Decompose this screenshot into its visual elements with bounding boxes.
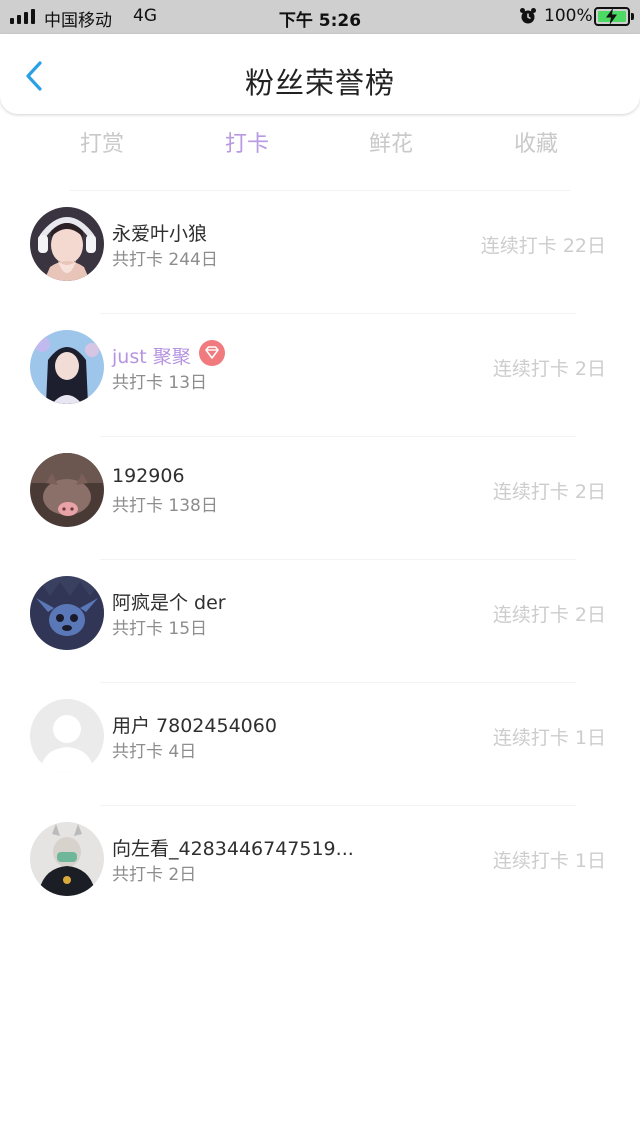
diamond-badge-icon [199, 340, 225, 366]
alarm-icon [520, 8, 536, 24]
fan-total-checkins: 共打卡 4日 [112, 742, 197, 762]
fan-total-checkins: 共打卡 2日 [112, 865, 197, 885]
tab-reward[interactable]: 打赏 [52, 126, 152, 158]
fan-total-checkins: 共打卡 138日 [112, 496, 218, 516]
fan-name: 192906 [112, 465, 185, 487]
fan-streak: 连续打卡 2日 [492, 604, 606, 626]
fan-total-checkins: 共打卡 13日 [112, 373, 208, 393]
fan-name: 永爱叶小狼 [112, 223, 208, 245]
header: 粉丝荣誉榜 [0, 34, 640, 114]
default-user-icon[interactable] [30, 699, 104, 773]
list-item[interactable]: 向左看_4283446747519... 共打卡 2日 连续打卡 1日 [0, 806, 640, 929]
fan-total-checkins: 共打卡 244日 [112, 250, 218, 270]
list-item[interactable]: 192906 共打卡 138日 连续打卡 2日 [0, 437, 640, 560]
fan-name: just 聚聚 [112, 346, 191, 368]
list-item[interactable]: 用户 7802454060 共打卡 4日 连续打卡 1日 [0, 683, 640, 806]
tab-favorites[interactable]: 收藏 [486, 126, 586, 158]
fan-streak: 连续打卡 1日 [492, 850, 606, 872]
avatar[interactable] [30, 453, 104, 527]
fan-streak: 连续打卡 1日 [492, 727, 606, 749]
avatar[interactable] [30, 330, 104, 404]
list-item[interactable]: 永爱叶小狼 共打卡 244日 连续打卡 22日 [0, 191, 640, 314]
list-item[interactable]: just 聚聚 共打卡 13日 连续打卡 2日 [0, 314, 640, 437]
list-item[interactable]: 阿疯是个 der 共打卡 15日 连续打卡 2日 [0, 560, 640, 683]
avatar[interactable] [30, 822, 104, 896]
tab-bar: 打赏 打卡 鲜花 收藏 [0, 120, 640, 166]
battery-percent: 100% [544, 6, 593, 26]
tab-flowers[interactable]: 鲜花 [341, 126, 441, 158]
fan-name: 用户 7802454060 [112, 715, 277, 737]
fan-streak: 连续打卡 2日 [492, 481, 606, 503]
battery-icon [594, 7, 634, 26]
fan-streak: 连续打卡 22日 [480, 235, 606, 257]
status-bar: 中国移动 4G 下午 5:26 100% [0, 0, 640, 34]
avatar[interactable] [30, 207, 104, 281]
page-title: 粉丝荣誉榜 [244, 66, 395, 100]
avatar[interactable] [30, 576, 104, 650]
tab-checkin[interactable]: 打卡 [197, 126, 297, 158]
fan-name: 向左看_4283446747519... [112, 838, 354, 860]
fan-name: 阿疯是个 der [112, 592, 226, 614]
fan-streak: 连续打卡 2日 [492, 358, 606, 380]
charging-bolt-icon [606, 8, 617, 25]
fan-total-checkins: 共打卡 15日 [112, 619, 208, 639]
